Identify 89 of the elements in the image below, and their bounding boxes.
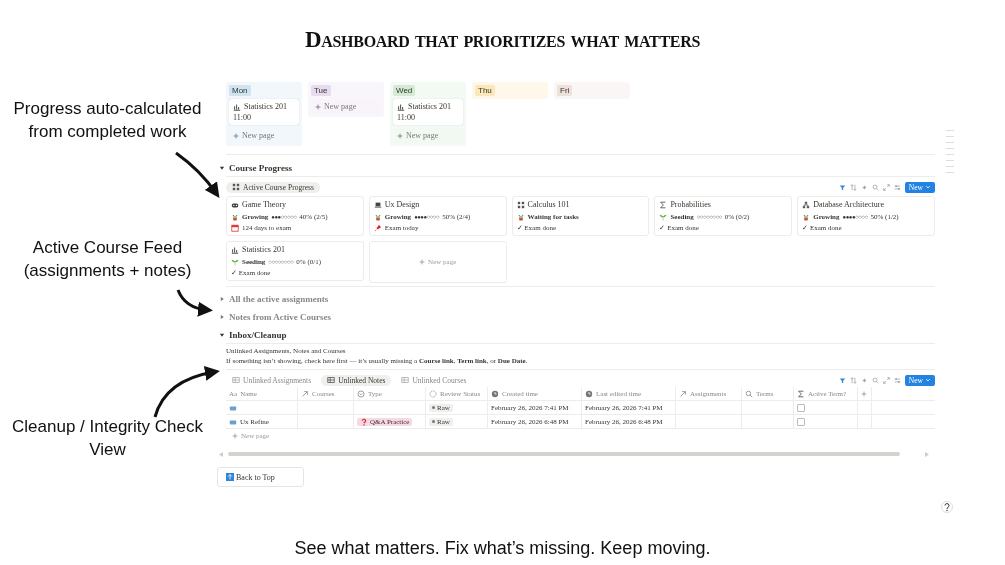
sigma-icon — [797, 389, 805, 398]
settings-icon[interactable] — [893, 183, 901, 191]
back-to-top-button[interactable]: Back to Top — [217, 467, 304, 487]
chevron-circle-icon — [357, 389, 365, 398]
day-tag: Mon — [229, 85, 251, 96]
disclosure-triangle-icon[interactable] — [219, 332, 225, 338]
sprout-icon — [231, 257, 239, 266]
course-title: Ux Design — [384, 200, 420, 209]
section-heading: All the active assignments — [229, 294, 329, 304]
horizontal-scrollbar[interactable] — [228, 452, 900, 456]
event-card[interactable]: Statistics 201 11:00 — [393, 99, 463, 125]
gamepad-icon — [231, 200, 239, 209]
help-icon[interactable] — [941, 501, 953, 513]
sprout-icon — [659, 212, 668, 221]
event-time: 11:00 — [233, 113, 252, 122]
course-title: Calculus 101 — [527, 200, 570, 209]
search-icon[interactable] — [871, 183, 879, 191]
sigma-icon — [659, 200, 668, 209]
bar-chart-icon — [397, 102, 405, 111]
day-tag: Thu — [475, 85, 495, 96]
chevron-down-icon — [925, 184, 931, 190]
annotation-text: Cleanup / Integrity Check View — [11, 416, 204, 461]
question-mark-icon — [360, 417, 368, 426]
sort-icon[interactable] — [849, 183, 857, 191]
page-title: Dashboard that prioritizes what matters — [304, 26, 701, 54]
plus-icon — [232, 433, 238, 439]
event-time: 11:00 — [397, 113, 416, 122]
checkbox[interactable] — [797, 403, 805, 412]
expand-icon[interactable] — [882, 376, 890, 384]
course-title: Game Theory — [242, 200, 287, 209]
curved-arrow — [175, 151, 220, 198]
potted-plant-icon — [231, 212, 239, 221]
grid-icon — [516, 200, 525, 209]
table-icon — [232, 376, 240, 384]
pushpin-icon — [373, 224, 382, 232]
plus-icon — [419, 259, 426, 265]
event-title: Statistics 201 — [244, 102, 287, 111]
annotation-text: Active Course Feed (assignments + notes) — [22, 237, 193, 282]
course-title: Statistics 201 — [242, 245, 285, 254]
settings-icon[interactable] — [893, 376, 901, 384]
hierarchy-icon — [802, 200, 811, 209]
event-title: Statistics 201 — [408, 102, 451, 111]
potted-plant-icon — [802, 212, 811, 221]
potted-plant-icon — [373, 212, 382, 221]
potted-plant-icon — [516, 212, 525, 221]
curved-arrow — [176, 289, 213, 317]
section-heading: Notes from Active Courses — [229, 312, 332, 322]
up-arrow-icon — [226, 473, 234, 481]
clock-icon — [491, 389, 499, 398]
plus-icon — [397, 132, 403, 139]
sort-icon[interactable] — [849, 376, 857, 384]
day-tag: Fri — [557, 85, 573, 96]
plus-icon — [315, 103, 321, 110]
course-title: Database Architecture — [813, 200, 885, 209]
course-title: Probabilities — [670, 200, 711, 209]
table-icon — [401, 376, 410, 384]
table-icon — [327, 376, 336, 384]
arrow-icon — [301, 389, 309, 398]
search-icon — [745, 389, 753, 398]
section-heading: Course Progress — [229, 163, 292, 173]
section-heading: Inbox/Cleanup — [229, 330, 287, 340]
lightning-icon[interactable] — [860, 376, 868, 384]
plus-icon — [861, 390, 867, 397]
filter-icon[interactable] — [838, 376, 846, 384]
calendar-icon — [231, 224, 239, 232]
expand-icon[interactable] — [882, 183, 890, 191]
laptop-icon — [373, 200, 382, 209]
search-icon[interactable] — [871, 376, 879, 384]
lightning-icon[interactable] — [860, 183, 868, 191]
caption-text: See what matters. Fix what’s missing. Keep moving. — [294, 538, 711, 559]
clock-icon — [585, 389, 593, 398]
event-card[interactable]: Statistics 201 11:00 — [229, 99, 299, 125]
gallery-icon — [232, 183, 240, 191]
day-tag: Tue — [311, 85, 331, 96]
disclosure-triangle-icon[interactable] — [219, 165, 225, 171]
scroll-right-icon[interactable] — [925, 451, 929, 457]
bar-chart-icon — [231, 245, 239, 254]
day-tag: Wed — [393, 85, 416, 96]
dashed-circle-icon — [429, 389, 437, 398]
annotation-text: Progress auto-calculated from completed work — [12, 98, 203, 143]
arrow-icon — [679, 389, 687, 398]
outline-lines-icon[interactable] — [946, 130, 954, 175]
checkbox[interactable] — [797, 417, 805, 426]
scroll-left-icon[interactable] — [219, 451, 223, 457]
bar-chart-icon — [233, 102, 241, 111]
curved-arrow — [153, 366, 220, 418]
chevron-down-icon — [925, 377, 931, 383]
plus-icon — [233, 132, 239, 139]
filter-icon[interactable] — [838, 183, 846, 191]
